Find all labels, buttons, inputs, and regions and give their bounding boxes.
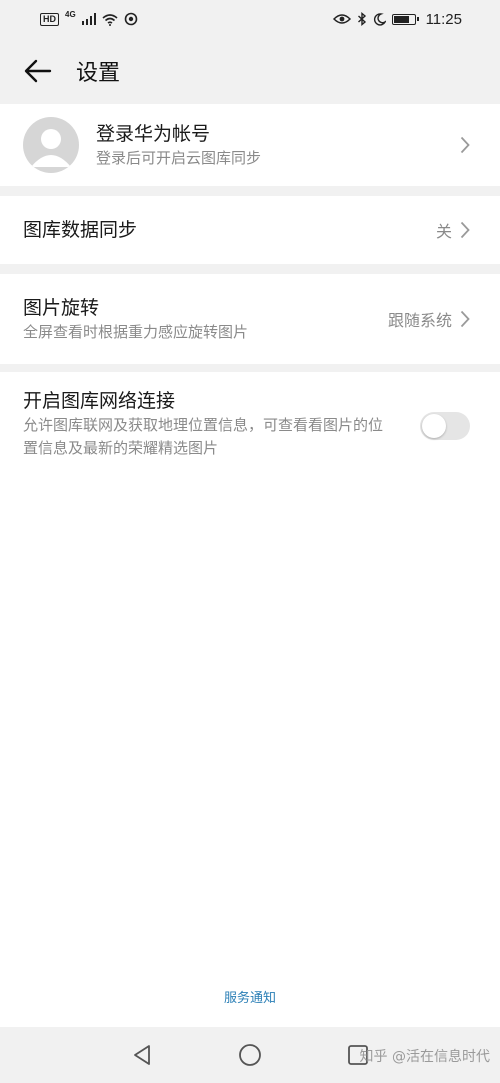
battery-icon	[391, 13, 419, 25]
gallery-sync-value: 关	[435, 222, 452, 241]
account-title: 登录华为帐号	[96, 122, 211, 145]
sync-status-icon	[124, 12, 138, 26]
image-rotation-title: 图片旋转	[23, 296, 100, 319]
account-card[interactable]: 登录华为帐号 登录后可开启云图库同步	[0, 104, 500, 186]
back-arrow-icon	[24, 59, 52, 83]
page-title: 设置	[76, 61, 121, 86]
network-row: 开启图库网络连接 允许图库联网及获取地理位置信息，可查看看图片的位置信息及最新的…	[0, 372, 500, 460]
eye-comfort-icon	[332, 14, 351, 24]
back-button[interactable]	[0, 38, 76, 104]
status-right: 11:25	[332, 10, 462, 28]
watermark: 知乎 @活在信息时代	[359, 1049, 490, 1065]
status-time: 11:25	[425, 10, 462, 28]
network-card: 开启图库网络连接 允许图库联网及获取地理位置信息，可查看看图片的位置信息及最新的…	[0, 372, 500, 1027]
image-rotation-value: 跟随系统	[387, 311, 452, 330]
network-toggle[interactable]	[420, 412, 470, 440]
chevron-right-icon	[460, 310, 470, 328]
network-type: 4G	[65, 9, 76, 19]
image-rotation-row[interactable]: 图片旋转 全屏查看时根据重力感应旋转图片 跟随系统	[0, 274, 500, 364]
nav-back-button[interactable]	[118, 1031, 166, 1079]
gallery-sync-row[interactable]: 图库数据同步 关	[0, 196, 500, 264]
status-bar: HD 4G 11:25	[0, 0, 500, 38]
default-avatar-icon	[31, 129, 71, 167]
hd-badge: HD	[40, 12, 59, 26]
network-subtitle: 允许图库联网及获取地理位置信息，可查看看图片的位置信息及最新的荣耀精选图片	[23, 416, 384, 457]
network-title: 开启图库网络连接	[23, 390, 176, 412]
account-row[interactable]: 登录华为帐号 登录后可开启云图库同步	[0, 104, 500, 186]
nav-home-button[interactable]	[226, 1031, 274, 1079]
gallery-sync-card[interactable]: 图库数据同步 关	[0, 196, 500, 264]
gallery-sync-title: 图库数据同步	[23, 219, 138, 241]
service-notice-link[interactable]: 服务通知	[0, 987, 500, 1006]
chevron-right-icon	[460, 136, 470, 154]
image-rotation-card[interactable]: 图片旋转 全屏查看时根据重力感应旋转图片 跟随系统	[0, 274, 500, 364]
circle-home-icon	[239, 1044, 261, 1066]
bluetooth-icon	[357, 12, 366, 26]
triangle-back-icon	[134, 1045, 150, 1065]
chevron-right-icon	[460, 221, 470, 239]
app-bar: 设置	[0, 38, 500, 104]
toggle-knob	[422, 414, 446, 438]
avatar	[23, 117, 79, 173]
wifi-icon	[102, 13, 118, 26]
account-subtitle: 登录后可开启云图库同步	[96, 148, 262, 167]
status-left: HD 4G	[40, 9, 138, 26]
do-not-disturb-icon	[373, 12, 386, 26]
image-rotation-subtitle: 全屏查看时根据重力感应旋转图片	[23, 322, 249, 341]
signal-icon	[81, 13, 97, 25]
